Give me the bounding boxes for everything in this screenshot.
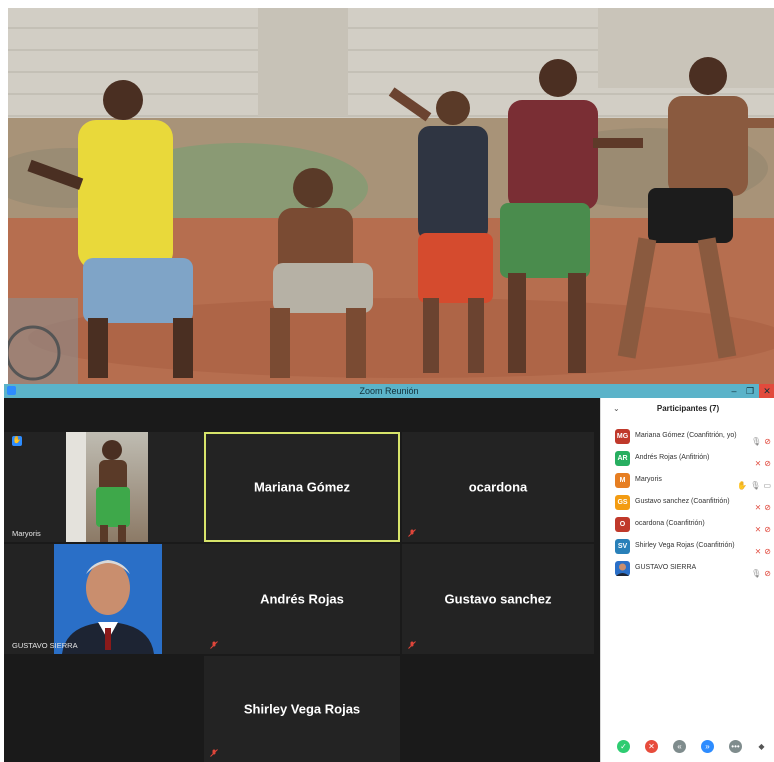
mic-muted-icon [408, 529, 416, 537]
tile-name: Mariana Gómez [253, 479, 351, 495]
avatar: O [615, 517, 630, 532]
avatar-photo [615, 561, 630, 576]
participant-name: Andrés Rojas (Anfitrión) [635, 454, 710, 461]
video-off-icon[interactable]: ⊘ [764, 568, 771, 580]
video-tile-gustavo-sierra[interactable]: GUSTAVO SIERRA [4, 544, 204, 654]
avatar: AR [615, 451, 630, 466]
participant-name: Gustavo sanchez (Coanfitrión) [635, 498, 730, 505]
video-off-icon[interactable]: ⊘ [764, 458, 771, 470]
panel-footer: ✓ ✕ « » ••• ◆ [601, 740, 774, 756]
children-dancing-image [8, 8, 774, 384]
video-off-icon[interactable]: ⊘ [764, 502, 771, 514]
mic-icon[interactable]: 🎙 [751, 568, 761, 580]
video-tile-gustavo-sanchez[interactable]: Gustavo sanchez [402, 544, 594, 654]
participant-row[interactable]: M Maryoris ✋ 🎙 ▭ [611, 472, 771, 490]
mic-muted-icon[interactable]: ⨯ [755, 458, 762, 470]
participant-row[interactable]: O ocardona (Coanfitrión) ⨯ ⊘ [611, 516, 771, 534]
close-button[interactable]: ✕ [759, 384, 774, 398]
minimize-button[interactable]: – [726, 384, 742, 398]
participant-row[interactable]: GS Gustavo sanchez (Coanfitrión) ⨯ ⊘ [611, 494, 771, 512]
participant-row[interactable]: GUSTAVO SIERRA 🎙 ⊘ [611, 560, 771, 578]
zoom-window: Zoom Reunión – ❐ ✕ ✋ Maryoris Mariana Gó [4, 384, 774, 762]
restore-button[interactable]: ❐ [742, 384, 758, 398]
participant-photo-gustavo-sierra [54, 544, 162, 654]
video-off-icon[interactable]: ⊘ [764, 436, 771, 448]
participant-name: Shirley Vega Rojas (Coanfitrión) [635, 542, 735, 549]
tile-name: Gustavo sanchez [444, 591, 552, 607]
video-tile-maryoris[interactable]: ✋ Maryoris [4, 432, 204, 542]
video-off-icon[interactable]: ⊘ [764, 546, 771, 558]
check-icon[interactable]: ✓ [617, 740, 630, 753]
participant-name: Mariana Gómez (Coanfitrión, yo) [635, 432, 737, 439]
participant-name: GUSTAVO SIERRA [635, 564, 697, 571]
mic-muted-icon [210, 641, 218, 649]
raised-hand-icon: ✋ [12, 436, 22, 446]
tile-name: GUSTAVO SIERRA [12, 641, 78, 650]
rewind-icon[interactable]: « [673, 740, 686, 753]
mic-muted-icon [408, 641, 416, 649]
avatar: M [615, 473, 630, 488]
tile-name: ocardona [468, 479, 528, 495]
participants-panel: ⌄ Participantes (7) MG Mariana Gómez (Co… [600, 398, 774, 762]
mic-muted-icon [210, 749, 218, 757]
video-icon[interactable]: ▭ [763, 480, 771, 492]
title-bar: Zoom Reunión – ❐ ✕ [4, 384, 774, 398]
close-icon[interactable]: ✕ [645, 740, 658, 753]
window-title: Zoom Reunión [359, 386, 419, 396]
avatar: SV [615, 539, 630, 554]
mic-muted-icon[interactable]: ⨯ [755, 502, 762, 514]
raised-hand-icon: ✋ [737, 481, 748, 490]
fast-forward-icon[interactable]: » [701, 740, 714, 753]
video-off-icon[interactable]: ⊘ [764, 524, 771, 536]
video-tile-shirley[interactable]: Shirley Vega Rojas [204, 656, 400, 762]
participant-name: ocardona (Coanfitrión) [635, 520, 705, 527]
mic-muted-icon[interactable]: ⨯ [755, 546, 762, 558]
participant-row[interactable]: MG Mariana Gómez (Coanfitrión, yo) 🎙 ⊘ [611, 428, 771, 446]
participant-row[interactable]: SV Shirley Vega Rojas (Coanfitrión) ⨯ ⊘ [611, 538, 771, 556]
mic-icon[interactable]: 🎙 [751, 436, 761, 448]
shared-video-frame [8, 8, 774, 384]
tile-name: Shirley Vega Rojas [243, 701, 361, 717]
participants-title: Participantes (7) [656, 404, 720, 413]
avatar: MG [615, 429, 630, 444]
mic-muted-icon[interactable]: ⨯ [755, 524, 762, 536]
video-tile-ocardona[interactable]: ocardona [402, 432, 594, 542]
tile-name: Andrés Rojas [260, 591, 344, 607]
video-tile-mariana[interactable]: Mariana Gómez [204, 432, 400, 542]
video-tile-andres[interactable]: Andrés Rojas [204, 544, 400, 654]
mic-icon[interactable]: 🎙 [750, 480, 760, 492]
participant-row[interactable]: AR Andrés Rojas (Anfitrión) ⨯ ⊘ [611, 450, 771, 468]
gallery-view: ✋ Maryoris Mariana Gómez ocardona GUSTAV… [4, 398, 600, 762]
diamond-icon[interactable]: ◆ [755, 740, 768, 753]
participant-video-maryoris [66, 432, 148, 542]
avatar: GS [615, 495, 630, 510]
participant-name: Maryoris [635, 476, 662, 483]
more-icon[interactable]: ••• [729, 740, 742, 753]
tile-name: Maryoris [12, 529, 41, 538]
